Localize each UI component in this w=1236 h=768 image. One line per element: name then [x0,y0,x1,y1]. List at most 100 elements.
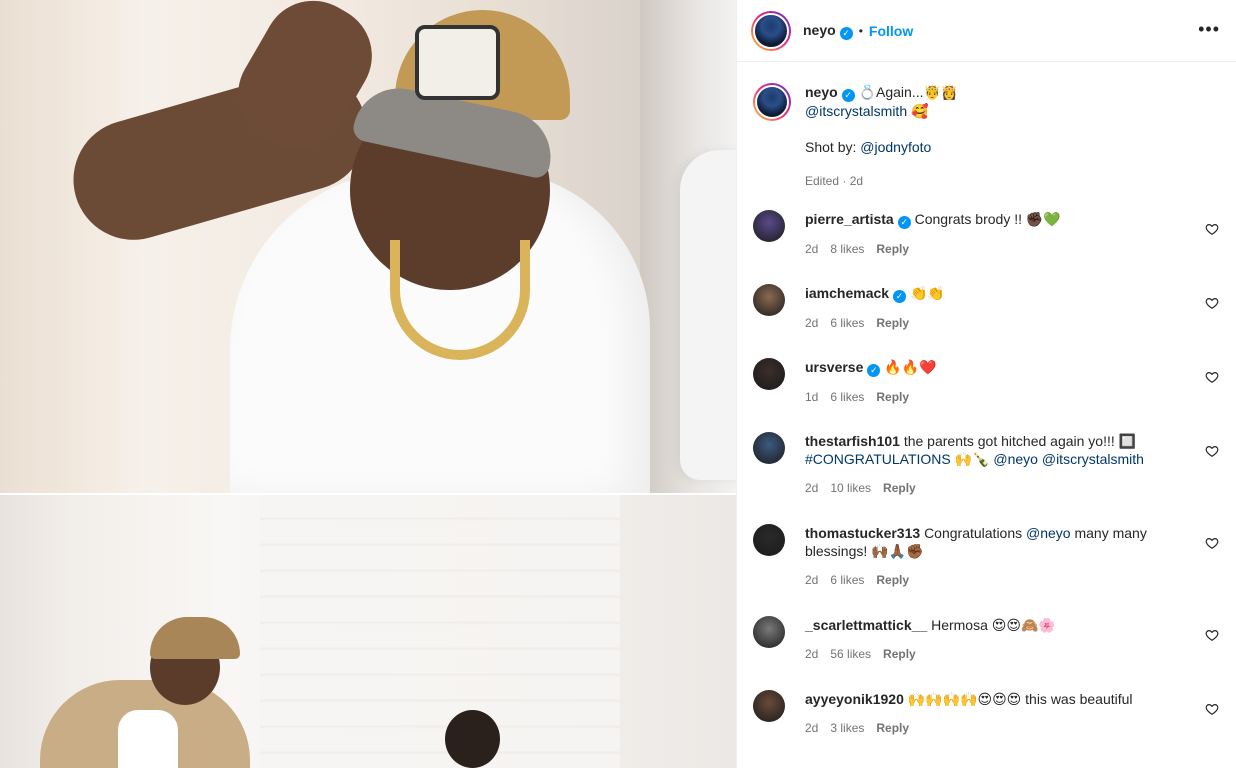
comment-username[interactable]: _scarlettmattick__ [805,617,927,633]
post-header: neyo ✓ • Follow ••• [737,0,1236,62]
comment-text: _scarlettmattick__ Hermosa 😍😍🙈🌸 [805,616,1195,634]
background-curtain [260,495,620,768]
reply-button[interactable]: Reply [876,242,909,256]
caption-username[interactable]: neyo [805,84,838,100]
comment-likes[interactable]: 10 likes [830,481,871,495]
heart-icon[interactable] [1205,536,1219,550]
comment-mention[interactable]: @itscrystalsmith [1042,451,1144,467]
comment-username[interactable]: ursverse [805,359,863,375]
comment-avatar[interactable] [753,210,785,242]
comment-likes[interactable]: 8 likes [830,242,864,256]
shot-by-mention[interactable]: @jodnyfoto [860,139,931,155]
comment-content: 👏👏 [909,285,945,301]
caption-avatar[interactable] [753,83,791,121]
comment-body: ursverse ✓ 🔥🔥❤️ 1d 6 likes Reply [805,358,1195,405]
comment-time[interactable]: 2d [805,316,818,330]
comment-body: thestarfish101 the parents got hitched a… [805,432,1195,496]
header-separator: • [858,23,863,38]
comment-time[interactable]: 2d [805,647,818,661]
caption-body: neyo ✓ 💍Again...🤴👸 @itscrystalsmith 🥰 Sho… [805,83,1195,190]
comments-list[interactable]: neyo ✓ 💍Again...🤴👸 @itscrystalsmith 🥰 Sho… [737,63,1236,768]
comment-body: ayyeyonik1920 🙌🙌🙌🙌😍😍😍 this was beautiful… [805,690,1195,736]
background-person [680,150,736,480]
comment-avatar[interactable] [753,690,785,722]
reply-button[interactable]: Reply [876,390,909,404]
author-username-text[interactable]: neyo [803,22,836,38]
reply-button[interactable]: Reply [876,316,909,330]
comment-avatar[interactable] [753,284,785,316]
comment-meta: 2d 10 likes Reply [805,480,1195,496]
comment-time[interactable]: 2d [805,721,818,735]
comment-time[interactable]: 2d [805,242,818,256]
heart-icon[interactable] [1205,444,1219,458]
caption-line-1: neyo ✓ 💍Again...🤴👸 [805,83,1195,102]
comment-text: pierre_artista ✓ Congrats brody !! ✊🏿💚 [805,210,1195,229]
more-options-icon[interactable]: ••• [1198,20,1220,38]
comment-likes[interactable]: 6 likes [830,573,864,587]
post-media[interactable] [0,0,736,768]
comment-likes[interactable]: 6 likes [830,316,864,330]
comment-username[interactable]: ayyeyonik1920 [805,691,904,707]
comment-content: Congrats brody !! ✊🏿💚 [914,211,1061,227]
shot-by-label: Shot by: [805,139,861,155]
comment-text: thestarfish101 the parents got hitched a… [805,432,1195,468]
comment-time[interactable]: 1d [805,390,818,404]
comment-avatar[interactable] [753,616,785,648]
man-undershirt [118,710,178,768]
comment-avatar[interactable] [753,524,785,556]
verified-icon: ✓ [867,364,881,377]
comment-body: thomastucker313 Congratulations @neyo ma… [805,524,1195,588]
comment-time[interactable]: 2d [805,481,818,495]
heart-icon[interactable] [1205,702,1219,716]
comment-likes[interactable]: 3 likes [830,721,864,735]
comment-content: Congratulations [924,525,1027,541]
comment-content: many many [1070,525,1147,541]
caption-credit: Shot by: @jodnyfoto [805,138,1195,156]
caption-mention[interactable]: @itscrystalsmith [805,103,907,119]
heart-icon[interactable] [1205,628,1219,642]
comment-username[interactable]: iamchemack [805,285,889,301]
comment-text: ayyeyonik1920 🙌🙌🙌🙌😍😍😍 this was beautiful [805,690,1195,708]
cap-patch [415,25,500,100]
comment-avatar[interactable] [753,432,785,464]
caption-avatar-image [755,85,789,119]
comment-body: pierre_artista ✓ Congrats brody !! ✊🏿💚 2d 8… [805,210,1195,257]
media-frame-top [0,0,736,493]
author-username[interactable]: neyo ✓ [803,22,853,40]
cap-bottom [150,617,240,659]
reply-button[interactable]: Reply [876,573,909,587]
media-frame-bottom [0,495,736,768]
comment-username[interactable]: pierre_artista [805,211,894,227]
comment-username[interactable]: thomastucker313 [805,525,920,541]
verified-icon: ✓ [841,89,855,102]
follow-button[interactable]: Follow [869,23,913,39]
comment-meta: 1d 6 likes Reply [805,389,1195,405]
author-avatar[interactable] [751,10,791,51]
reply-button[interactable]: Reply [876,721,909,735]
comment-likes[interactable]: 6 likes [830,390,864,404]
woman-head [445,710,500,768]
comment-username[interactable]: thestarfish101 [805,433,900,449]
verified-icon: ✓ [897,216,911,229]
post-side-panel: neyo ✓ • Follow ••• neyo ✓ 💍Again...🤴👸 @it… [736,0,1236,768]
background-wall [0,0,120,493]
comment-mention[interactable]: @neyo [993,451,1038,467]
comment-content: 🔥🔥❤️ [884,359,937,375]
heart-icon[interactable] [1205,296,1219,310]
comment-likes[interactable]: 56 likes [830,647,871,661]
reply-button[interactable]: Reply [883,481,916,495]
comment-content: Hermosa 😍😍🙈🌸 [931,617,1056,633]
comment-content: the parents got hitched again yo!!! 🔲 [903,433,1137,449]
reply-button[interactable]: Reply [883,647,916,661]
comment-time[interactable]: 2d [805,573,818,587]
comment-mention[interactable]: #CONGRATULATIONS [805,451,951,467]
author-avatar-image [753,12,789,49]
comment-text: thomastucker313 Congratulations @neyo ma… [805,524,1195,560]
comment-avatar[interactable] [753,358,785,390]
comment-content: blessings! 🙌🏾🙏🏾✊🏾 [805,543,924,559]
heart-icon[interactable] [1205,370,1219,384]
comment-mention[interactable]: @neyo [1026,525,1071,541]
comment-meta: 2d 6 likes Reply [805,572,1195,588]
heart-icon[interactable] [1205,222,1219,236]
caption-text: 💍Again...🤴👸 [858,84,959,100]
